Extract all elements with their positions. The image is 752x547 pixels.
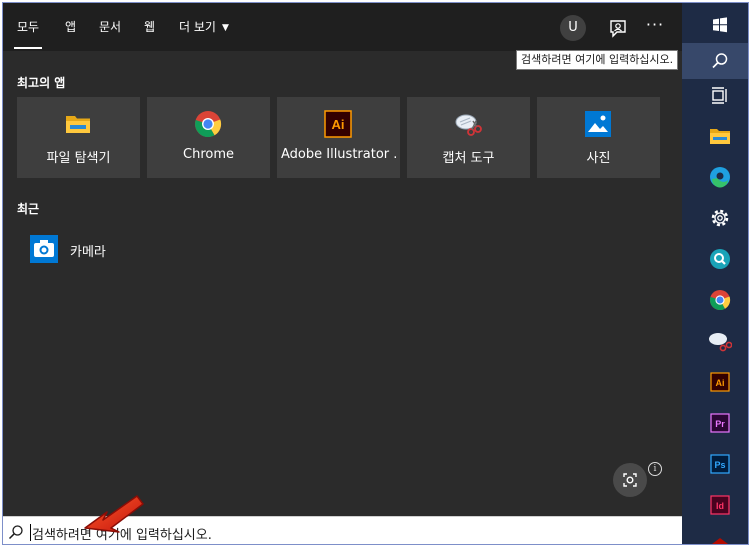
text-cursor [30,524,31,541]
search-app-icon [710,249,730,269]
feedback-icon [610,20,626,38]
app-tile-label: 캡처 도구 [442,151,495,166]
taskbar-chrome[interactable] [698,282,738,318]
start-button[interactable] [698,7,738,43]
taskbar-file-explorer[interactable] [698,118,738,154]
app-tile-label: 파일 탐색기 [46,151,111,166]
app-tile-chrome[interactable]: Chrome [147,97,270,178]
tab-apps[interactable]: 앱 [65,3,76,51]
red-arrow-annotation [84,495,144,533]
feedback-button[interactable] [607,17,629,39]
snipping-tool-icon [455,114,482,136]
screen: 모두 앱 문서 웹 더 보기 ▼ U ··· 검색하려면 여기에 입력하십시오. … [2,2,749,545]
search-panel: 모두 앱 문서 웹 더 보기 ▼ U ··· 검색하려면 여기에 입력하십시오. … [3,3,682,544]
search-icon [712,53,728,69]
taskbar-search-app[interactable] [698,241,738,277]
illustrator-glyph: Ai [716,378,725,388]
tab-more-label: 더 보기 [179,20,216,34]
task-view-icon [712,87,727,104]
camera-icon [30,235,58,263]
task-view-button[interactable] [698,77,738,113]
taskbar: Ai Pr Ps Id [682,3,748,544]
windows-start-icon [713,17,727,33]
chrome-icon [709,290,731,311]
avatar[interactable]: U [560,15,586,41]
taskbar-settings[interactable] [698,200,738,236]
tab-web[interactable]: 웹 [144,3,155,51]
taskbar-search-button[interactable] [682,43,748,79]
filter-bar: 모두 앱 문서 웹 더 보기 ▼ U ··· [3,3,682,51]
app-tile-snipping-tool[interactable]: 캡처 도구 [407,97,530,178]
taskbar-premiere[interactable]: Pr [698,405,738,441]
taskbar-indesign[interactable]: Id [698,487,738,523]
app-tile-file-explorer[interactable]: 파일 탐색기 [17,97,140,178]
illustrator-icon: Ai [710,372,730,392]
caret-down-icon: ▼ [221,23,229,33]
more-options-button[interactable]: ··· [643,13,667,37]
search-tooltip: 검색하려면 여기에 입력하십시오. [516,50,679,70]
app-tile-illustrator[interactable]: Ai Adobe Illustrator ... [277,97,400,178]
search-icon [8,525,23,540]
tab-all[interactable]: 모두 [13,3,43,51]
premiere-icon: Pr [710,413,730,433]
edge-icon [710,167,730,188]
recent-item-camera[interactable]: 카메라 [19,229,339,271]
taskbar-illustrator[interactable]: Ai [698,364,738,400]
recent-title: 최근 [17,202,40,216]
taskbar-acrobat[interactable] [698,528,738,544]
illustrator-icon: Ai [324,110,352,138]
chrome-icon [195,111,222,138]
illustrator-glyph: Ai [332,117,345,132]
app-tile-label: 사진 [586,151,611,166]
screen-capture-icon [623,473,637,487]
top-apps-title: 최고의 앱 [17,76,66,90]
taskbar-snipping-tool[interactable] [698,323,738,359]
recent-item-label: 카메라 [70,245,106,260]
settings-icon [711,209,729,227]
tab-more[interactable]: 더 보기 ▼ [179,3,229,51]
photos-icon [585,111,611,137]
indesign-glyph: Id [716,501,724,511]
snipping-tool-icon [709,333,732,352]
app-tile-label: Chrome [183,147,234,162]
tab-documents[interactable]: 문서 [99,3,121,51]
taskbar-photoshop[interactable]: Ps [698,446,738,482]
photoshop-icon: Ps [710,454,730,474]
indesign-icon: Id [710,495,730,515]
app-tile-photos[interactable]: 사진 [537,97,660,178]
app-tile-label: Adobe Illustrator ... [281,147,396,162]
acrobat-icon [712,538,728,544]
screen-search-button[interactable] [613,463,647,497]
premiere-glyph: Pr [715,419,725,429]
file-explorer-icon [710,129,730,144]
photoshop-glyph: Ps [714,460,725,470]
info-icon[interactable]: i [648,462,662,476]
taskbar-edge[interactable] [698,159,738,195]
file-explorer-icon [66,116,90,133]
